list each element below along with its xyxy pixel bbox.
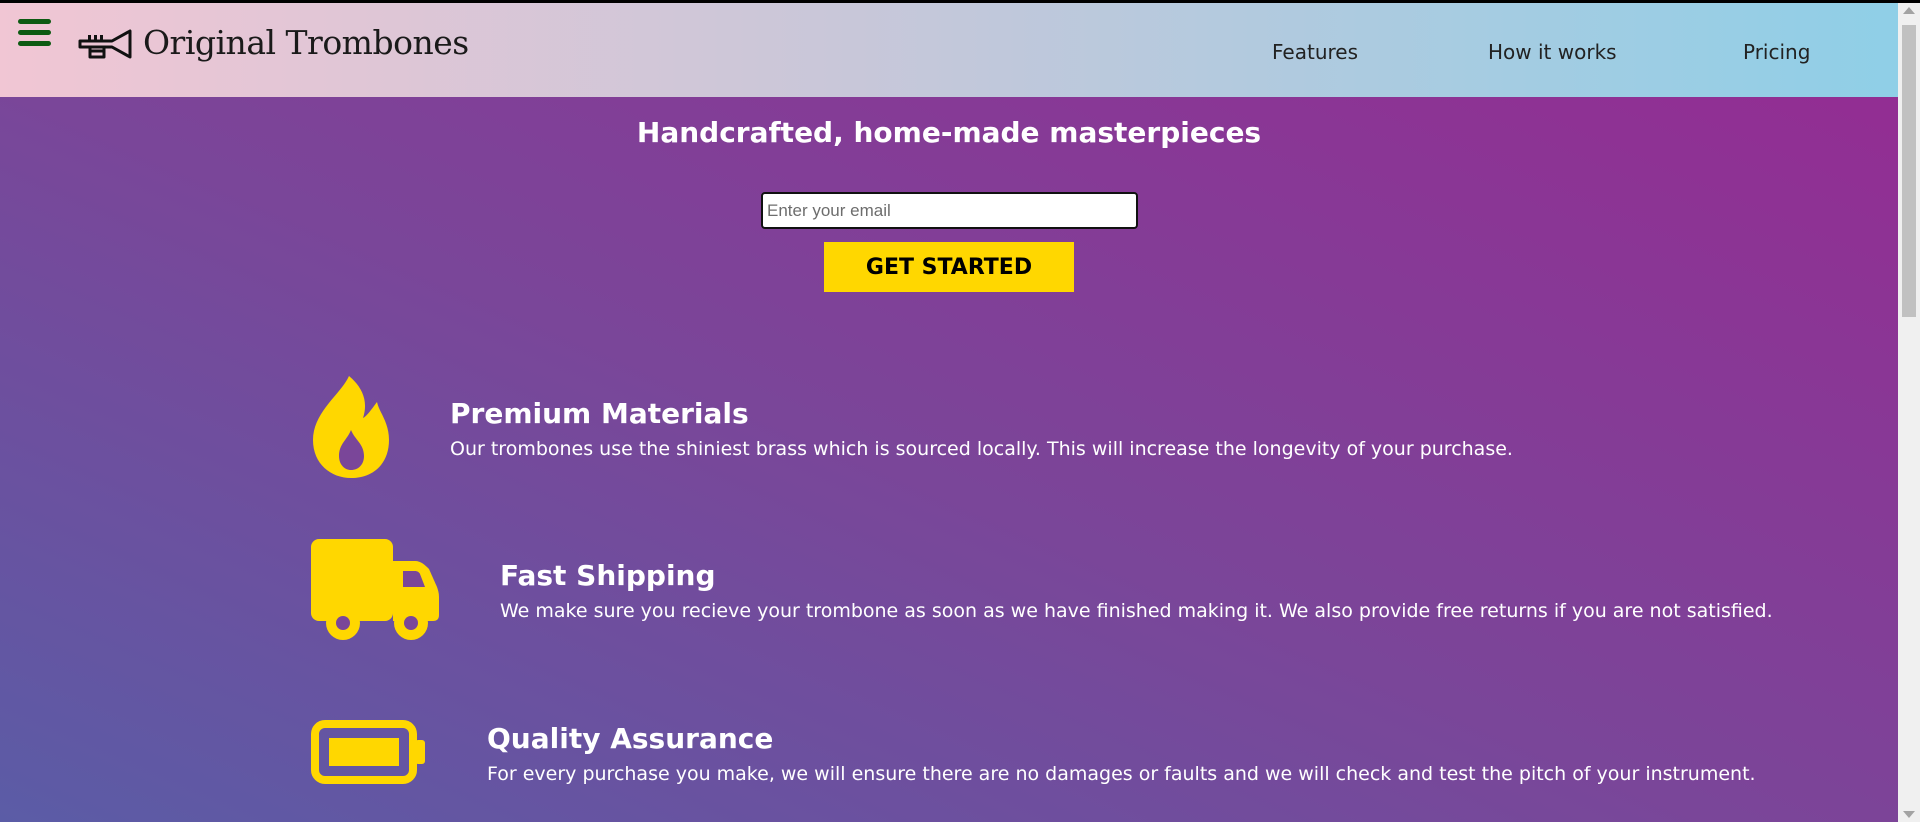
vertical-scrollbar[interactable] [1898,3,1920,822]
nav-link-features[interactable]: Features [1272,40,1358,64]
scroll-down-arrow-icon[interactable] [1903,811,1915,818]
feature-title: Fast Shipping [500,559,716,592]
nav-link-how-it-works[interactable]: How it works [1488,40,1617,64]
feature-description: For every purchase you make, we will ens… [487,763,1756,785]
email-input[interactable] [761,192,1138,229]
feature-title: Premium Materials [450,397,749,430]
trumpet-logo-icon [78,29,132,59]
battery-icon [311,720,425,784]
feature-title: Quality Assurance [487,722,774,755]
hamburger-menu-icon[interactable] [18,19,51,47]
nav-link-pricing[interactable]: Pricing [1743,40,1810,64]
brand-name[interactable]: Original Trombones [143,23,469,62]
scroll-up-arrow-icon[interactable] [1903,7,1915,14]
fire-icon [313,376,389,478]
truck-icon [311,539,439,640]
feature-description: Our trombones use the shiniest brass whi… [450,438,1513,460]
site-header: Original Trombones Features How it works… [0,3,1898,97]
scrollbar-thumb[interactable] [1902,25,1916,317]
hero-title: Handcrafted, home-made masterpieces [636,116,1262,149]
feature-description: We make sure you recieve your trombone a… [500,600,1773,622]
window-top-border [0,0,1920,3]
get-started-button[interactable]: GET STARTED [824,242,1074,292]
